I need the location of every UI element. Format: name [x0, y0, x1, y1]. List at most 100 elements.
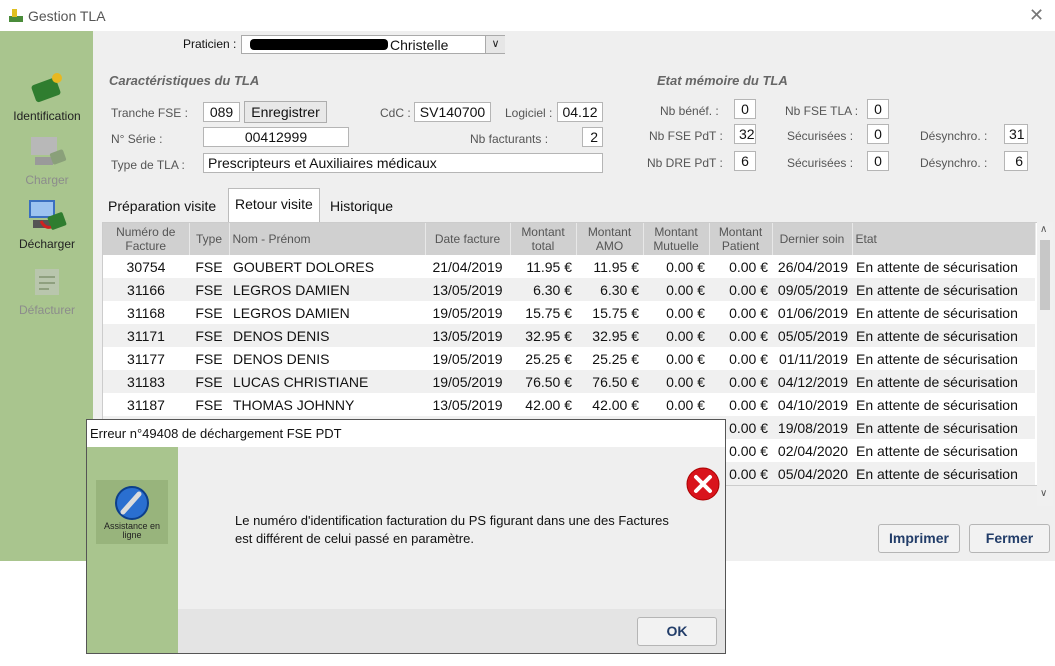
nb-dre-pdt-field[interactable]: 6 [734, 151, 756, 171]
type-tla-field[interactable]: Prescripteurs et Auxiliaires médicaux [203, 153, 603, 173]
unbill-icon [35, 269, 59, 295]
logiciel-field[interactable]: 04.12 [557, 102, 603, 122]
table-cell: 0.00 € [643, 347, 709, 370]
tab-retour-visite[interactable]: Retour visite [228, 188, 320, 223]
window-title: Gestion TLA [28, 8, 106, 24]
table-cell: 05/05/2019 [772, 324, 852, 347]
table-cell: 0.00 € [709, 393, 772, 416]
table-cell: 42.00 € [510, 393, 576, 416]
serie-label: N° Série : [111, 132, 163, 146]
table-cell: FSE [189, 370, 229, 393]
column-header[interactable]: Montant total [510, 223, 577, 255]
nb-facturants-field[interactable]: 2 [582, 127, 603, 147]
redaction-bar [250, 39, 388, 50]
scroll-down-icon[interactable]: ∨ [1040, 488, 1047, 499]
scroll-up-icon[interactable]: ∧ [1040, 224, 1047, 235]
sidebar-item-identification[interactable]: Identification [4, 67, 90, 131]
cdc-field[interactable]: SV140700 [414, 102, 491, 122]
column-header[interactable]: Date facture [425, 223, 511, 255]
table-row[interactable]: 31168 FSE LEGROS DAMIEN 19/05/2019 15.75 €15… [103, 301, 1035, 324]
table-row[interactable]: 31166 FSE LEGROS DAMIEN 13/05/2019 6.30 €6.3… [103, 278, 1035, 301]
securisees-fse-field[interactable]: 0 [867, 124, 889, 144]
desynchro-fse-field[interactable]: 31 [1004, 124, 1028, 144]
table-cell: 31187 [103, 393, 189, 416]
table-cell: En attente de sécurisation [852, 393, 1035, 416]
table-cell: 31171 [103, 324, 189, 347]
column-header[interactable]: Numéro de Facture [103, 223, 190, 255]
nb-fse-pdt-field[interactable]: 32 [734, 124, 756, 144]
chevron-down-icon[interactable]: ∨ [485, 36, 505, 53]
table-cell: En attente de sécurisation [852, 462, 1035, 485]
table-cell: En attente de sécurisation [852, 347, 1035, 370]
table-cell: FSE [189, 347, 229, 370]
table-cell: 19/05/2019 [425, 347, 510, 370]
column-header[interactable]: Nom - Prénom [229, 223, 426, 255]
table-cell: 6.30 € [576, 278, 643, 301]
securisees-dre-field[interactable]: 0 [867, 151, 889, 171]
nb-fse-tla-field[interactable]: 0 [867, 99, 889, 119]
scrollbar-thumb[interactable] [1040, 240, 1050, 310]
table-cell: 0.00 € [709, 301, 772, 324]
table-row[interactable]: 31171 FSE DENOS DENIS 13/05/2019 32.95 €32.9… [103, 324, 1035, 347]
table-cell: 01/11/2019 [772, 347, 852, 370]
ok-button[interactable]: OK [637, 617, 717, 646]
table-cell: 09/05/2019 [772, 278, 852, 301]
table-cell: 11.95 € [576, 255, 643, 278]
imprimer-button[interactable]: Imprimer [878, 524, 960, 553]
column-header[interactable]: Etat [852, 223, 1036, 255]
table-cell: 02/04/2020 [772, 439, 852, 462]
sidebar-item-label: Charger [25, 173, 69, 187]
table-cell: 31168 [103, 301, 189, 324]
column-header[interactable]: Montant Patient [709, 223, 773, 255]
table-cell: En attente de sécurisation [852, 439, 1035, 462]
enregistrer-button[interactable]: Enregistrer [244, 101, 327, 123]
sidebar-item-decharger[interactable]: Décharger [4, 195, 90, 259]
table-cell: 0.00 € [643, 255, 709, 278]
sidebar-item-defacturer[interactable]: Défacturer [4, 261, 90, 325]
table-cell: 76.50 € [510, 370, 576, 393]
table-row[interactable]: 30754 FSE GOUBERT DOLORES 21/04/2019 11.95 €… [103, 255, 1035, 278]
sidebar-item-charger[interactable]: Charger [4, 131, 90, 195]
sidebar-item-label: Identification [13, 109, 81, 123]
tab-preparation-visite[interactable]: Préparation visite [102, 192, 222, 220]
app-icon [9, 9, 23, 22]
type-tla-label: Type de TLA : [111, 158, 185, 172]
cdc-label: CdC : [380, 106, 411, 120]
column-header[interactable]: Montant AMO [576, 223, 644, 255]
desynchro-dre-field[interactable]: 6 [1004, 151, 1028, 171]
table-cell: 15.75 € [576, 301, 643, 324]
table-cell: LEGROS DAMIEN [229, 301, 425, 324]
table-cell: 0.00 € [643, 278, 709, 301]
table-cell: En attente de sécurisation [852, 278, 1035, 301]
table-cell: 04/10/2019 [772, 393, 852, 416]
table-cell: FSE [189, 301, 229, 324]
table-cell: FSE [189, 255, 229, 278]
table-cell: THOMAS JOHNNY [229, 393, 425, 416]
tranche-label: Tranche FSE : [111, 106, 188, 120]
table-cell: 0.00 € [643, 324, 709, 347]
tab-historique[interactable]: Historique [324, 192, 399, 220]
praticien-select[interactable]: Christelle ∨ [241, 35, 505, 54]
table-cell: 13/05/2019 [425, 278, 510, 301]
fermer-button[interactable]: Fermer [969, 524, 1050, 553]
nb-benef-field[interactable]: 0 [734, 99, 756, 119]
table-header-row: Numéro de Facture Type Nom - Prénom Date fa… [103, 223, 1036, 255]
sidebar: Identification Charger Décharger Défactu… [0, 31, 93, 561]
close-icon[interactable]: ✕ [1029, 5, 1044, 26]
assistance-en-ligne-button[interactable]: Assistance en ligne [96, 480, 168, 544]
table-cell: 0.00 € [709, 347, 772, 370]
table-row[interactable]: 31183 FSE LUCAS CHRISTIANE 19/05/2019 76.50 … [103, 370, 1035, 393]
table-cell: 25.25 € [576, 347, 643, 370]
id-card-icon [31, 73, 62, 103]
table-cell: LUCAS CHRISTIANE [229, 370, 425, 393]
table-row[interactable]: 31187 FSE THOMAS JOHNNY 13/05/2019 42.00 €42… [103, 393, 1035, 416]
table-cell: GOUBERT DOLORES [229, 255, 425, 278]
serie-field[interactable]: 00412999 [203, 127, 349, 147]
column-header[interactable]: Dernier soin [772, 223, 853, 255]
table-row[interactable]: 31177 FSE DENOS DENIS 19/05/2019 25.25 €25.2… [103, 347, 1035, 370]
table-cell: FSE [189, 278, 229, 301]
assistance-globe-icon [115, 486, 149, 520]
tranche-field[interactable]: 089 [203, 102, 240, 122]
column-header[interactable]: Type [189, 223, 230, 255]
column-header[interactable]: Montant Mutuelle [643, 223, 710, 255]
